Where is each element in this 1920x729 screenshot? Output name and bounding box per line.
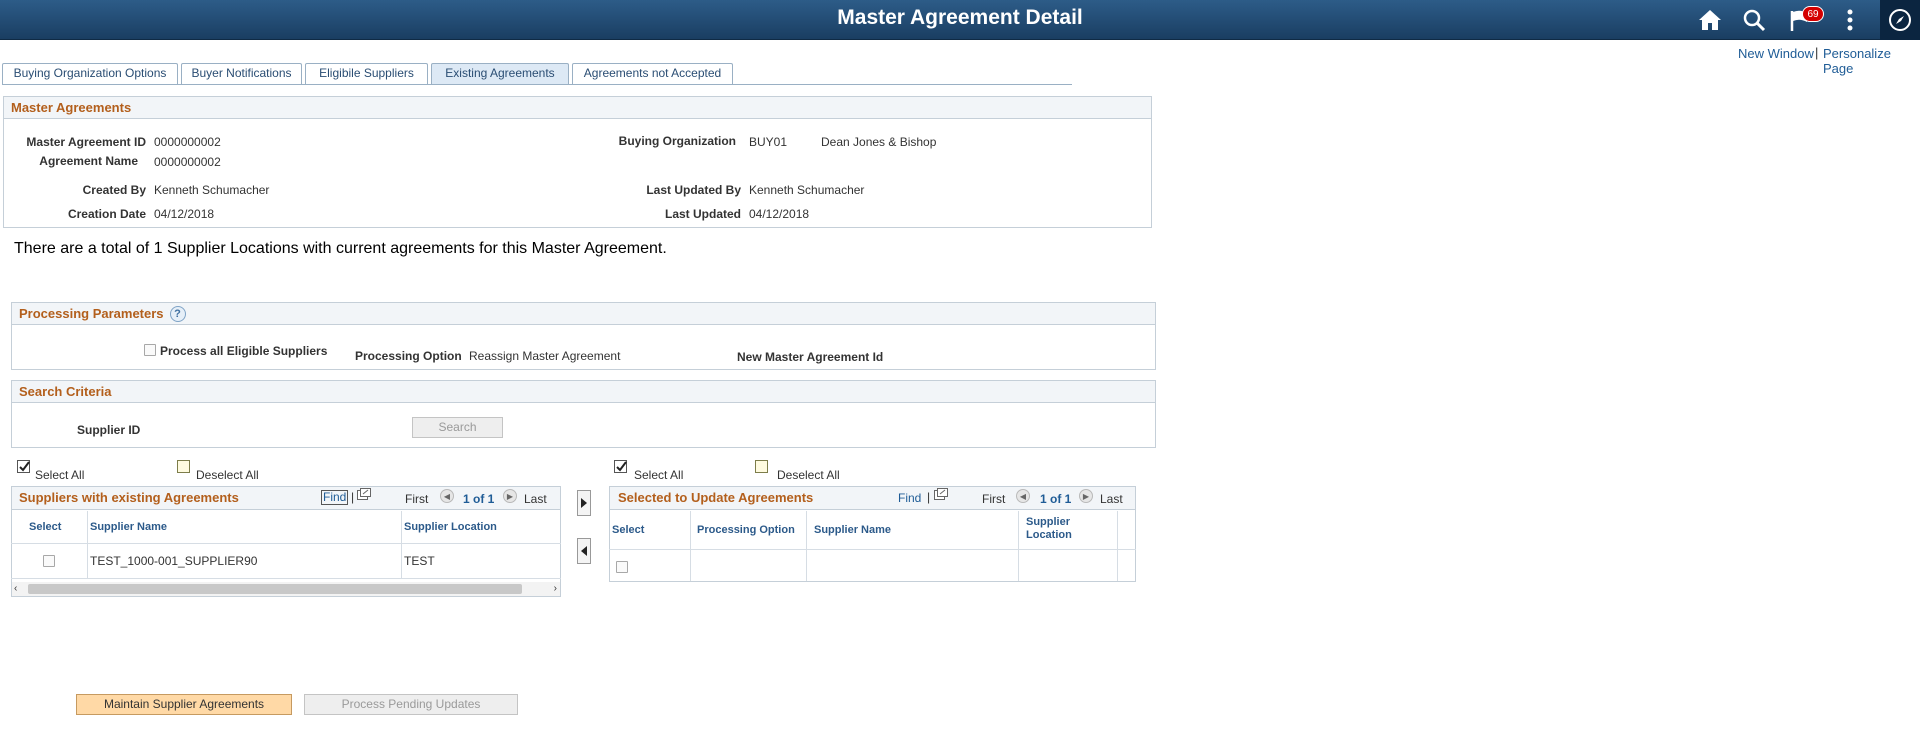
home-icon[interactable]: [1694, 4, 1726, 36]
last-updated-by-label: Last Updated By: [646, 183, 741, 197]
right-page-count: 1 of 1: [1040, 492, 1072, 506]
search-icon[interactable]: [1738, 4, 1770, 36]
left-grid-horizontal-scrollbar[interactable]: ‹ ›: [12, 582, 560, 596]
left-row-supplier-location: TEST: [404, 554, 435, 568]
tab-underline: [2, 84, 1072, 85]
right-find-separator: |: [927, 490, 931, 504]
buying-organization-name: Dean Jones & Bishop: [821, 135, 937, 149]
last-updated-by-value: Kenneth Schumacher: [749, 183, 865, 197]
move-left-button[interactable]: [577, 538, 591, 564]
left-find-separator: |: [351, 490, 355, 504]
left-col-select[interactable]: Select: [29, 521, 61, 533]
process-all-eligible-suppliers-checkbox[interactable]: [144, 344, 156, 356]
right-select-all-label: Select All: [634, 468, 684, 482]
tab-agreements-not-accepted[interactable]: Agreements not Accepted: [572, 63, 733, 84]
processing-option-label: Processing Option: [355, 349, 462, 363]
right-col-divider: [690, 511, 691, 581]
creation-date-value: 04/12/2018: [154, 207, 215, 221]
tab-buying-organization-options[interactable]: Buying Organization Options: [2, 63, 178, 84]
supplier-id-label: Supplier ID: [77, 423, 141, 437]
tab-existing-agreements[interactable]: Existing Agreements: [431, 63, 569, 84]
left-next-icon[interactable]: ▶: [503, 489, 517, 503]
master-agreements-header: Master Agreements: [4, 97, 1151, 119]
move-right-button[interactable]: [577, 490, 591, 516]
tab-eligible-suppliers[interactable]: Eligibile Suppliers: [305, 63, 428, 84]
created-by-value: Kenneth Schumacher: [154, 183, 270, 197]
right-next-icon[interactable]: ▶: [1079, 489, 1093, 503]
navbar-compass-icon[interactable]: [1880, 0, 1920, 40]
right-previous-icon[interactable]: ◀: [1016, 489, 1030, 503]
creation-date-label: Creation Date: [67, 207, 146, 221]
right-col-divider: [806, 511, 807, 581]
buying-organization-label: Buying Organization: [618, 134, 736, 148]
right-first-label: First: [982, 492, 1006, 506]
right-deselect-all-checkbox[interactable]: [755, 460, 768, 473]
created-by-label: Created By: [82, 183, 146, 197]
last-updated-label: Last Updated: [664, 207, 741, 221]
search-criteria-header: Search Criteria: [12, 381, 1155, 403]
personalize-page-link[interactable]: Personalize Page: [1823, 46, 1920, 76]
left-row-divider: [11, 578, 561, 579]
maintain-supplier-agreements-button[interactable]: Maintain Supplier Agreements: [76, 694, 292, 715]
right-select-all-checkbox[interactable]: [614, 460, 627, 473]
tab-buyer-notifications[interactable]: Buyer Notifications: [181, 63, 302, 84]
right-col-supplier-location[interactable]: Supplier Location: [1026, 516, 1072, 542]
agreement-name-value: 0000000002: [154, 155, 221, 169]
scrollbar-thumb[interactable]: [28, 584, 522, 594]
left-deselect-all-label: Deselect All: [196, 468, 259, 482]
right-last-label: Last: [1100, 492, 1123, 506]
right-header-divider: [609, 549, 1136, 550]
new-master-agreement-id-label: New Master Agreement Id: [737, 350, 884, 364]
right-view-all-icon[interactable]: [934, 488, 948, 503]
right-col-divider: [1018, 511, 1019, 581]
left-col-divider: [401, 511, 402, 579]
left-row-select-checkbox[interactable]: [43, 555, 55, 567]
right-col-supplier-name[interactable]: Supplier Name: [814, 524, 891, 536]
left-first-label: First: [405, 492, 429, 506]
left-page-count: 1 of 1: [463, 492, 495, 506]
left-find-link[interactable]: Find: [321, 490, 349, 505]
right-col-processing-option[interactable]: Processing Option: [697, 524, 795, 536]
scroll-left-icon[interactable]: ‹: [14, 583, 17, 594]
search-criteria-group: Search Criteria: [11, 380, 1156, 448]
left-deselect-all-checkbox[interactable]: [177, 460, 190, 473]
processing-option-value: Reassign Master Agreement: [469, 349, 621, 363]
process-pending-updates-button[interactable]: Process Pending Updates: [304, 694, 518, 715]
more-actions-icon[interactable]: [1834, 4, 1866, 36]
right-find-link[interactable]: Find: [898, 491, 921, 505]
help-icon[interactable]: ?: [169, 305, 186, 322]
scroll-right-icon[interactable]: ›: [554, 583, 557, 594]
process-all-eligible-suppliers-label: Process all Eligible Suppliers: [160, 344, 328, 358]
notification-badge: 69: [1802, 6, 1824, 22]
supplier-locations-info: There are a total of 1 Supplier Location…: [14, 240, 667, 257]
right-col-select[interactable]: Select: [612, 524, 644, 536]
last-updated-value: 04/12/2018: [749, 207, 810, 221]
processing-parameters-header: Processing Parameters: [19, 306, 164, 321]
master-agreement-id-label: Master Agreement ID: [26, 135, 146, 149]
agreement-name-label: Agreement Name: [39, 154, 138, 168]
left-header-divider: [11, 543, 561, 544]
link-separator: |: [1815, 45, 1819, 60]
master-agreement-id-value: 0000000002: [154, 135, 221, 149]
notifications-flag-icon[interactable]: 69: [1784, 4, 1824, 36]
left-select-all-checkbox[interactable]: [17, 460, 30, 473]
left-col-divider: [87, 511, 88, 579]
new-window-link[interactable]: New Window: [1738, 46, 1814, 61]
right-deselect-all-label: Deselect All: [777, 468, 840, 482]
left-previous-icon[interactable]: ◀: [440, 489, 454, 503]
right-row-select-checkbox[interactable]: [616, 561, 628, 573]
left-col-supplier-name[interactable]: Supplier Name: [90, 521, 167, 533]
left-row-supplier-name: TEST_1000-001_SUPPLIER90: [90, 554, 258, 568]
search-button[interactable]: Search: [412, 417, 503, 438]
buying-organization-code: BUY01: [749, 135, 788, 149]
left-select-all-label: Select All: [35, 468, 85, 482]
left-last-label: Last: [524, 492, 547, 506]
left-view-all-icon[interactable]: [357, 488, 371, 503]
right-grid-title: Selected to Update Agreements: [618, 490, 814, 505]
left-grid-title: Suppliers with existing Agreements: [19, 490, 239, 505]
left-col-supplier-location[interactable]: Supplier Location: [404, 521, 497, 533]
right-col-divider: [1117, 511, 1118, 581]
page-title: Master Agreement Detail: [837, 6, 1083, 29]
